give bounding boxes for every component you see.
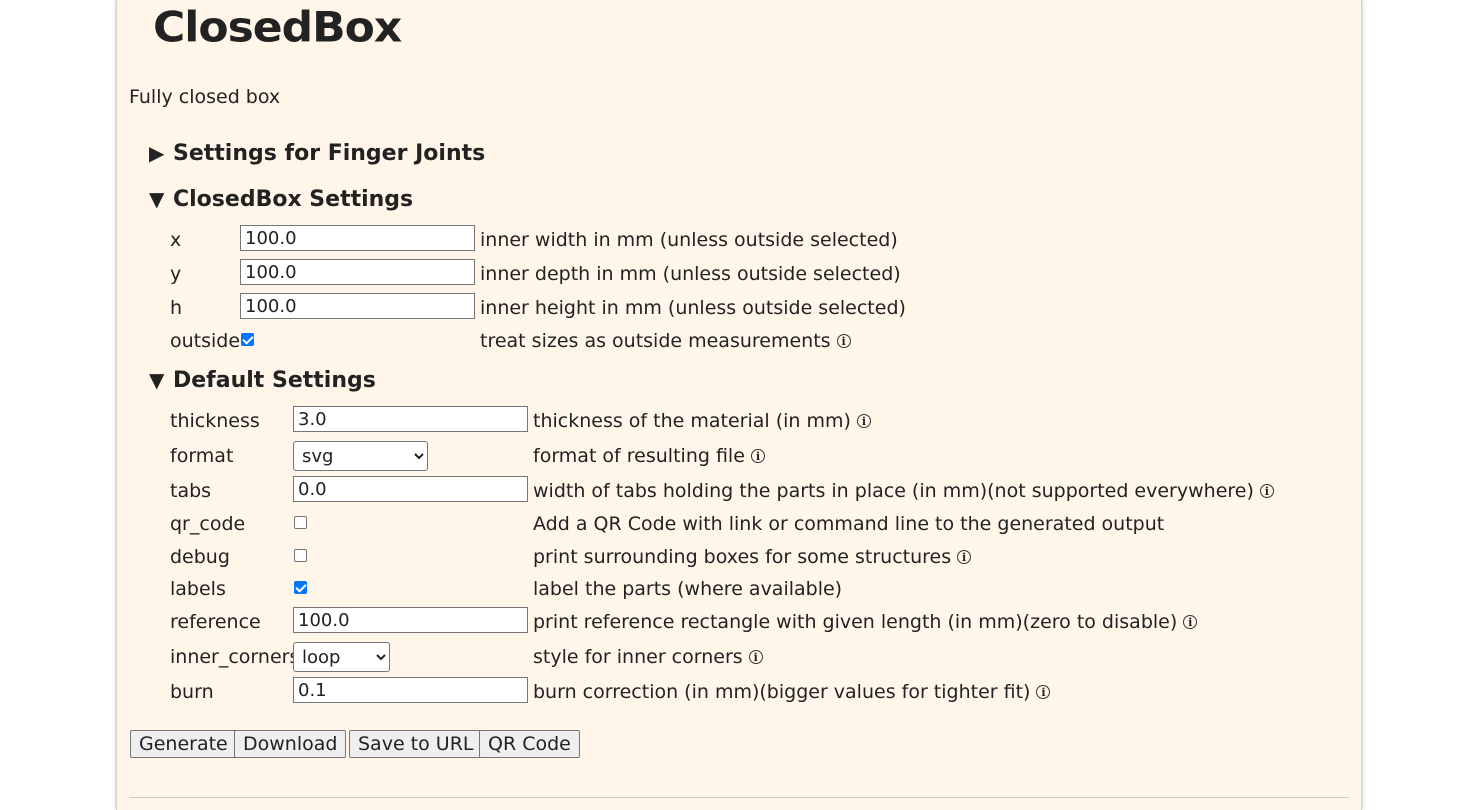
setting-label: format	[170, 445, 234, 467]
info-icon[interactable]: i	[750, 449, 765, 463]
section-title: Settings for Finger Joints	[173, 141, 486, 166]
info-icon[interactable]: i	[836, 334, 851, 348]
save-to-url-button[interactable]: Save to URL	[349, 730, 483, 758]
setting-label: x	[170, 229, 182, 251]
generate-button[interactable]: Generate	[130, 730, 237, 758]
footer-divider	[129, 797, 1349, 798]
setting-label: inner_corners	[170, 646, 300, 668]
section-title: ClosedBox Settings	[173, 187, 414, 212]
section-default-settings-toggle[interactable]: ▼ Default Settings	[149, 365, 376, 396]
setting-description: inner height in mm (unless outside selec…	[480, 297, 906, 319]
setting-description: inner width in mm (unless outside select…	[480, 229, 898, 251]
info-icon[interactable]: i	[748, 650, 763, 664]
setting-description: width of tabs holding the parts in place…	[533, 476, 1274, 506]
setting-label: h	[170, 297, 183, 319]
outside-checkbox[interactable]	[241, 333, 254, 346]
setting-label: y	[170, 263, 182, 285]
debug-checkbox[interactable]	[294, 549, 307, 562]
triangle-down-icon: ▼	[149, 187, 165, 211]
inner-corners-select[interactable]: loop	[293, 642, 390, 672]
setting-description: Add a QR Code with link or command line …	[533, 513, 1165, 535]
info-icon[interactable]: i	[856, 414, 871, 428]
page-panel: ClosedBox Fully closed box ▶ Settings for…	[116, 0, 1362, 810]
info-icon[interactable]: i	[1183, 615, 1198, 629]
format-select[interactable]: svg	[293, 441, 428, 471]
section-finger-joints-toggle[interactable]: ▶ Settings for Finger Joints	[149, 138, 485, 169]
setting-description: thickness of the material (in mm) i	[533, 406, 871, 436]
setting-description: label the parts (where available)	[533, 578, 843, 600]
setting-description: treat sizes as outside measurements i	[480, 326, 851, 356]
download-button[interactable]: Download	[234, 730, 347, 758]
app-logo: ClosedBox	[153, 3, 402, 52]
setting-label: reference	[170, 611, 261, 633]
triangle-down-icon: ▼	[149, 368, 165, 392]
info-icon[interactable]: i	[1036, 685, 1051, 699]
y-input[interactable]	[240, 259, 475, 285]
setting-label: tabs	[170, 480, 212, 502]
burn-input[interactable]	[293, 677, 528, 703]
page-description: Fully closed box	[129, 86, 281, 108]
setting-description: print surrounding boxes for some structu…	[533, 542, 972, 572]
qr-code-button[interactable]: QR Code	[479, 730, 580, 758]
reference-input[interactable]	[293, 607, 528, 633]
setting-description: format of resulting file i	[533, 441, 765, 471]
labels-checkbox[interactable]	[294, 581, 307, 594]
thickness-input[interactable]	[293, 406, 528, 432]
setting-description: burn correction (in mm)(bigger values fo…	[533, 677, 1051, 707]
setting-description: style for inner corners i	[533, 642, 763, 672]
setting-label: qr_code	[170, 513, 246, 535]
triangle-right-icon: ▶	[149, 141, 165, 165]
setting-label: labels	[170, 578, 226, 600]
section-closedbox-toggle[interactable]: ▼ ClosedBox Settings	[149, 184, 413, 215]
x-input[interactable]	[240, 225, 475, 251]
setting-label: burn	[170, 681, 214, 703]
setting-description: inner depth in mm (unless outside select…	[480, 263, 901, 285]
setting-label: debug	[170, 546, 230, 568]
info-icon[interactable]: i	[1259, 484, 1274, 498]
setting-description: print reference rectangle with given len…	[533, 607, 1198, 637]
h-input[interactable]	[240, 293, 475, 319]
setting-label: outside	[170, 330, 241, 352]
section-title: Default Settings	[173, 368, 376, 393]
qr-code-checkbox[interactable]	[294, 516, 307, 529]
info-icon[interactable]: i	[957, 550, 972, 564]
tabs-input[interactable]	[293, 476, 528, 502]
setting-label: thickness	[170, 410, 260, 432]
